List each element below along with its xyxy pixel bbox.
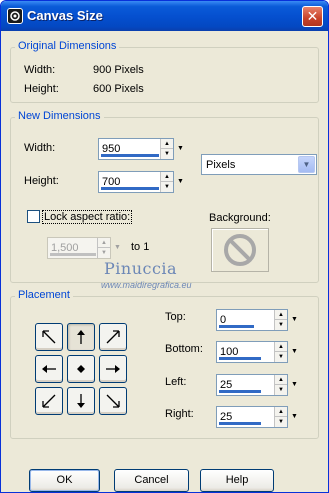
right-label: Right: [165, 408, 194, 420]
left-spin-arrows[interactable]: ▲ ▼ [274, 375, 287, 395]
top-label: Top: [165, 311, 186, 323]
left-dropdown-icon[interactable]: ▼ [289, 378, 300, 392]
new-width-label: Width: [24, 142, 56, 154]
left-down-arrow-icon[interactable]: ▼ [275, 385, 287, 395]
height-spin-arrows[interactable]: ▲ ▼ [160, 172, 173, 192]
placement-middle-left-button[interactable] [35, 355, 63, 383]
top-dropdown-icon[interactable]: ▼ [289, 313, 300, 327]
original-dimensions-group: Original Dimensions Width: 900 Pixels He… [10, 40, 319, 103]
width-up-arrow-icon[interactable]: ▲ [161, 139, 173, 149]
arrow-left-icon [42, 365, 56, 373]
top-underline [219, 325, 254, 328]
left-underline [219, 390, 261, 393]
height-spinbox[interactable]: 700 ▲ ▼ ▼ [98, 171, 184, 193]
aspect-ratio-up-arrow-icon[interactable]: ▲ [98, 238, 110, 248]
placement-center-button[interactable] [67, 355, 95, 383]
arrow-down-right-icon [106, 394, 120, 408]
placement-group: Placement Top: 0 ▲ ▼ ▼ Bottom: 100 ▲ ▼ ▼… [10, 289, 319, 439]
window-title: Canvas Size [27, 8, 103, 23]
bottom-down-arrow-icon[interactable]: ▼ [275, 352, 287, 362]
right-down-arrow-icon[interactable]: ▼ [275, 417, 287, 427]
arrow-up-left-icon [42, 330, 56, 344]
left-label: Left: [165, 376, 187, 388]
help-button[interactable]: Help [200, 469, 274, 492]
height-underline [101, 187, 159, 190]
placement-top-left-button[interactable] [35, 323, 63, 351]
ratio-to-label: to 1 [131, 241, 150, 253]
arrow-right-icon [106, 365, 120, 373]
bottom-label: Bottom: [165, 343, 203, 355]
watermark-name: Pinuccia [104, 259, 178, 278]
height-dropdown-icon[interactable]: ▼ [175, 175, 186, 189]
top-down-arrow-icon[interactable]: ▼ [275, 320, 287, 330]
original-height-value: 600 Pixels [93, 83, 144, 95]
top-spinbox[interactable]: 0 ▲ ▼ ▼ [216, 309, 298, 331]
placement-legend: Placement [15, 289, 73, 301]
bottom-spinbox[interactable]: 100 ▲ ▼ ▼ [216, 341, 298, 363]
aspect-ratio-spinbox[interactable]: 1,500 ▲ ▼ ▼ [47, 237, 121, 259]
right-dropdown-icon[interactable]: ▼ [289, 410, 300, 424]
center-diamond-icon [77, 365, 85, 373]
left-up-arrow-icon[interactable]: ▲ [275, 375, 287, 385]
aspect-ratio-dropdown-icon[interactable]: ▼ [112, 241, 123, 255]
right-spinbox[interactable]: 25 ▲ ▼ ▼ [216, 406, 298, 428]
left-spinbox[interactable]: 25 ▲ ▼ ▼ [216, 374, 298, 396]
placement-top-right-button[interactable] [99, 323, 127, 351]
new-height-label: Height: [24, 175, 59, 187]
lock-aspect-checkbox[interactable] [27, 210, 40, 223]
close-button[interactable]: ✕ [302, 6, 323, 27]
aspect-ratio-spin-arrows[interactable]: ▲ ▼ [97, 238, 110, 258]
bottom-up-arrow-icon[interactable]: ▲ [275, 342, 287, 352]
right-up-arrow-icon[interactable]: ▲ [275, 407, 287, 417]
app-icon [7, 8, 23, 24]
arrow-down-left-icon [42, 394, 56, 408]
height-down-arrow-icon[interactable]: ▼ [161, 182, 173, 192]
units-value: Pixels [206, 159, 236, 171]
height-up-arrow-icon[interactable]: ▲ [161, 172, 173, 182]
right-underline [219, 422, 261, 425]
no-color-icon [224, 234, 256, 266]
canvas-size-dialog: Canvas Size ✕ Original Dimensions Width:… [0, 0, 329, 493]
bottom-spin-arrows[interactable]: ▲ ▼ [274, 342, 287, 362]
placement-bottom-left-button[interactable] [35, 387, 63, 415]
background-color-swatch[interactable] [211, 228, 269, 272]
aspect-ratio-underline [50, 253, 96, 256]
aspect-ratio-down-arrow-icon[interactable]: ▼ [98, 248, 110, 258]
arrow-down-icon [77, 394, 85, 408]
original-width-label: Width: [24, 64, 56, 76]
cancel-button[interactable]: Cancel [114, 469, 189, 492]
width-spin-arrows[interactable]: ▲ ▼ [160, 139, 173, 159]
title-bar[interactable]: Canvas Size ✕ [1, 1, 328, 31]
arrow-up-icon [77, 330, 85, 344]
placement-middle-right-button[interactable] [99, 355, 127, 383]
width-spinbox[interactable]: 950 ▲ ▼ ▼ [98, 138, 184, 160]
right-spin-arrows[interactable]: ▲ ▼ [274, 407, 287, 427]
width-underline [101, 154, 159, 157]
bottom-underline [219, 357, 261, 360]
width-down-arrow-icon[interactable]: ▼ [161, 149, 173, 159]
bottom-dropdown-icon[interactable]: ▼ [289, 345, 300, 359]
original-width-value: 900 Pixels [93, 64, 144, 76]
original-dimensions-legend: Original Dimensions [15, 40, 120, 52]
arrow-up-right-icon [106, 330, 120, 344]
lock-aspect-label[interactable]: Lock aspect ratio: [42, 210, 133, 224]
units-select[interactable]: Pixels ▼ [201, 154, 317, 175]
original-height-label: Height: [24, 83, 59, 95]
placement-top-center-button[interactable] [67, 323, 95, 351]
placement-bottom-right-button[interactable] [99, 387, 127, 415]
width-dropdown-icon[interactable]: ▼ [175, 142, 186, 156]
background-label: Background: [209, 212, 271, 224]
placement-bottom-center-button[interactable] [67, 387, 95, 415]
top-up-arrow-icon[interactable]: ▲ [275, 310, 287, 320]
new-dimensions-legend: New Dimensions [15, 110, 104, 122]
watermark-url: www.maidiregrafica.eu [101, 280, 192, 290]
ok-button[interactable]: OK [29, 469, 100, 492]
chevron-down-icon[interactable]: ▼ [298, 156, 315, 173]
top-spin-arrows[interactable]: ▲ ▼ [274, 310, 287, 330]
